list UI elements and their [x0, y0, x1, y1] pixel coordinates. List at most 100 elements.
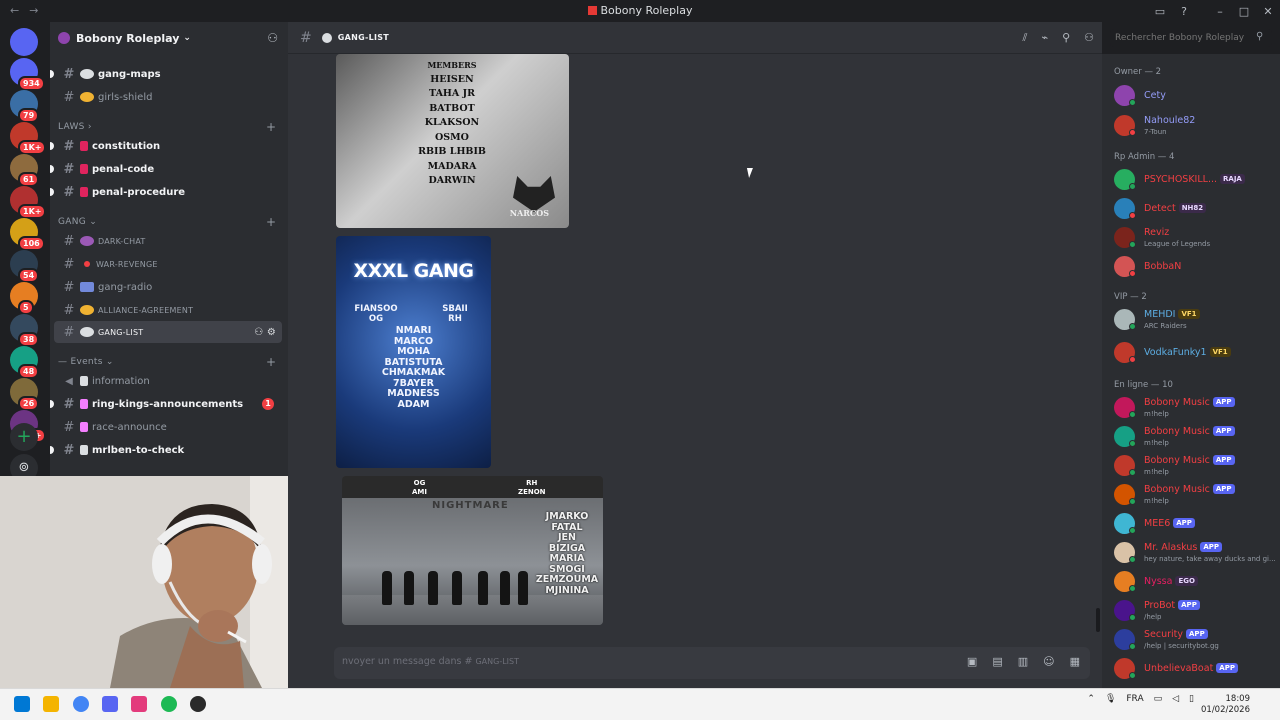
sticker-icon[interactable]: ▥ — [1018, 655, 1028, 668]
gang-image-narcos[interactable]: MEMBERS HEISEN TAHA JR BATBOT KLAKSON OS… — [336, 54, 569, 228]
member-tag: APP — [1200, 542, 1223, 552]
member-tag: APP — [1186, 629, 1208, 639]
member-row[interactable]: BobbaN — [1112, 253, 1278, 281]
scrollbar[interactable] — [1096, 608, 1100, 632]
channel-gang-maps[interactable]: # gang-maps — [50, 63, 282, 85]
gift-icon[interactable]: ▣ — [967, 655, 977, 668]
status-indicator — [1129, 556, 1136, 563]
gif-icon[interactable]: ▤ — [992, 655, 1002, 668]
gang-image-nightmare[interactable]: OG AMI RH ZENON NIGHTMARE JMARKO FATAL JEN… — [342, 476, 603, 625]
obs-icon[interactable] — [190, 696, 206, 712]
channel-settings-icon[interactable]: ⚇ ⚙ — [254, 327, 276, 338]
hash-icon: # — [63, 66, 75, 82]
gang-image-xxxl[interactable]: XXXL GANG FIANSOO OG SBAII RH NMARI MARCO … — [336, 236, 491, 468]
hash-icon: # — [63, 396, 75, 412]
chevron-up-icon[interactable]: ⌃ — [1087, 694, 1095, 704]
member-row[interactable]: Mr. Alaskus APP hey nature, take away duck… — [1112, 539, 1278, 567]
member-row[interactable]: Nahoule82 7-Toun — [1112, 112, 1278, 140]
discord-icon[interactable] — [102, 696, 118, 712]
invite-people-icon[interactable]: ⚇ — [267, 31, 278, 45]
apps-icon[interactable]: ▦ — [1070, 655, 1080, 668]
channel-dark-chat[interactable]: # DARK-CHAT — [54, 230, 282, 252]
status-indicator — [1129, 440, 1136, 447]
member-group-header: Rp Admin — 4 — [1114, 152, 1175, 162]
guild-header[interactable]: Bobony Roleplay ⌄ ⚇ — [50, 22, 288, 54]
add-channel-icon[interactable]: + — [266, 355, 276, 369]
close-button[interactable]: ✕ — [1256, 5, 1280, 18]
megaphone-icon: ◀ — [65, 375, 73, 387]
member-row[interactable]: Bobony Music APP m!help — [1112, 423, 1278, 451]
channel-ring-kings-announcements[interactable]: # ring-kings-announcements 1 — [50, 393, 282, 415]
category-events[interactable]: — Events ⌄ — [58, 357, 114, 367]
member-row[interactable]: MEHDI VF1 ARC Raiders — [1112, 306, 1278, 334]
server-logo-icon — [587, 6, 597, 15]
notification-bell-icon[interactable]: ⌁ — [1041, 31, 1048, 45]
clock[interactable]: 18:09 01/02/2026 — [1201, 694, 1250, 716]
add-server-icon[interactable]: + — [10, 423, 38, 451]
member-row[interactable]: Reviz League of Legends — [1112, 224, 1278, 252]
member-row[interactable]: Detect NH82 — [1112, 195, 1278, 223]
channel-gang-list[interactable]: # GANG-LIST ⚇ ⚙ — [54, 321, 282, 343]
help-icon[interactable]: ? — [1172, 5, 1196, 18]
member-name: Bobony Music APP — [1144, 484, 1235, 495]
category-gang[interactable]: GANG ⌄ — [58, 217, 97, 227]
member-group-header: En ligne — 10 — [1114, 380, 1173, 390]
member-tag: APP — [1173, 518, 1195, 528]
channel-information[interactable]: ◀ information — [54, 370, 282, 392]
maximize-button[interactable]: □ — [1232, 5, 1256, 18]
status-indicator — [1129, 241, 1136, 248]
minimize-button[interactable]: – — [1208, 5, 1232, 18]
battery-icon[interactable]: ▯ — [1189, 694, 1194, 704]
channel-gang-radio[interactable]: # gang-radio — [54, 276, 282, 298]
channel-race-announce[interactable]: # race-announce — [54, 416, 282, 438]
category-laws[interactable]: LAWS › — [58, 122, 92, 132]
pin-icon[interactable]: ⚲ — [1062, 31, 1070, 45]
member-name: Bobony Music APP — [1144, 397, 1235, 408]
threads-icon[interactable]: ⫽ — [1023, 31, 1028, 45]
channel-penal-procedure[interactable]: # penal-procedure — [50, 181, 282, 203]
heart-icon — [80, 305, 94, 315]
channel-war-revenge[interactable]: # WAR-REVENGE — [54, 253, 282, 275]
language-indicator[interactable]: FRA — [1126, 694, 1143, 704]
member-activity: League of Legends — [1144, 240, 1211, 248]
member-row[interactable]: VodkaFunky1 VF1 — [1112, 339, 1278, 367]
channel-penal-code[interactable]: # penal-code — [50, 158, 282, 180]
member-row[interactable]: ProBot APP/help — [1112, 597, 1278, 625]
channel-mrlben-to-check[interactable]: # mrlben-to-check — [50, 439, 282, 461]
network-icon[interactable]: ▭ — [1154, 694, 1163, 704]
message-input[interactable]: nvoyer un message dans # GANG-LIST ▣ ▤ ▥… — [334, 647, 1090, 679]
member-row[interactable]: Bobony Music APP m!help — [1112, 481, 1278, 509]
member-row[interactable]: Nyssa EGO — [1112, 568, 1278, 596]
member-list-icon[interactable]: ⚇ — [1084, 31, 1094, 45]
start-icon[interactable] — [14, 696, 30, 712]
screen-icon[interactable]: ▭ — [1148, 5, 1172, 18]
add-channel-icon[interactable]: + — [266, 215, 276, 229]
status-indicator — [1129, 585, 1136, 592]
member-row[interactable]: UnbelievaBoat APP — [1112, 655, 1278, 683]
status-indicator — [1129, 469, 1136, 476]
channel-alliance-agreement[interactable]: # ALLIANCE-AGREEMENT — [54, 299, 282, 321]
member-row[interactable]: Bobony Music APP m!help — [1112, 452, 1278, 480]
member-name: ProBot APP — [1144, 600, 1200, 611]
search-input[interactable] — [1110, 29, 1272, 47]
member-name: Bobony Music APP — [1144, 426, 1235, 437]
add-channel-icon[interactable]: + — [266, 120, 276, 134]
hash-icon: # — [300, 29, 312, 46]
member-name: Mr. Alaskus APP — [1144, 542, 1223, 553]
member-row[interactable]: Security APP/help | securitybot.gg — [1112, 626, 1278, 654]
member-row[interactable]: MEE6 APP — [1112, 510, 1278, 538]
microphone-icon[interactable]: 🎙 — [1105, 694, 1116, 704]
volume-icon[interactable]: ◁ — [1172, 694, 1179, 704]
capcut-icon[interactable] — [131, 696, 147, 712]
chrome-icon[interactable] — [73, 696, 89, 712]
member-row[interactable]: Cety — [1112, 82, 1278, 110]
channel-girls-shield[interactable]: # girls-shield — [54, 86, 282, 108]
home-icon[interactable] — [10, 28, 38, 56]
hash-icon: # — [63, 233, 75, 249]
spotify-icon[interactable] — [161, 696, 177, 712]
channel-constitution[interactable]: # constitution — [50, 135, 282, 157]
member-row[interactable]: Bobony Music APP m!help — [1112, 394, 1278, 422]
member-row[interactable]: PSYCHOSKILL... RAJA — [1112, 166, 1278, 194]
emoji-picker-icon[interactable]: ☺ — [1043, 655, 1054, 668]
file-explorer-icon[interactable] — [43, 696, 59, 712]
